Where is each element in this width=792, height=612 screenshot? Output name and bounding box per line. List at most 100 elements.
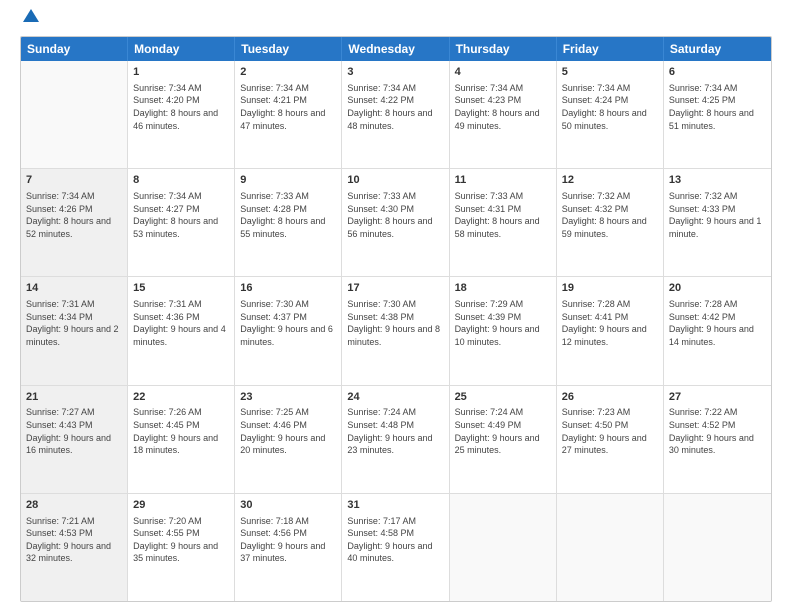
day-number: 6 — [669, 65, 766, 80]
day-number: 27 — [669, 390, 766, 405]
day-number: 3 — [347, 65, 443, 80]
day-number: 30 — [240, 498, 336, 513]
day-details: Sunrise: 7:34 AMSunset: 4:23 PMDaylight:… — [455, 82, 551, 132]
day-details: Sunrise: 7:33 AMSunset: 4:30 PMDaylight:… — [347, 190, 443, 240]
calendar-cell: 26Sunrise: 7:23 AMSunset: 4:50 PMDayligh… — [557, 386, 664, 493]
day-number: 1 — [133, 65, 229, 80]
day-details: Sunrise: 7:27 AMSunset: 4:43 PMDaylight:… — [26, 406, 122, 456]
header-day-friday: Friday — [557, 37, 664, 61]
day-number: 11 — [455, 173, 551, 188]
calendar-cell: 4 Sunrise: 7:34 AMSunset: 4:23 PMDaylight… — [450, 61, 557, 168]
header-day-sunday: Sunday — [21, 37, 128, 61]
day-number: 20 — [669, 281, 766, 296]
calendar-cell: 17 Sunrise: 7:30 AMSunset: 4:38 PMDayligh… — [342, 277, 449, 384]
calendar-cell: 11 Sunrise: 7:33 AMSunset: 4:31 PMDayligh… — [450, 169, 557, 276]
day-details: Sunrise: 7:17 AMSunset: 4:58 PMDaylight:… — [347, 515, 443, 565]
day-number: 17 — [347, 281, 443, 296]
calendar-cell — [21, 61, 128, 168]
calendar-cell: 22Sunrise: 7:26 AMSunset: 4:45 PMDayligh… — [128, 386, 235, 493]
calendar-cell: 21Sunrise: 7:27 AMSunset: 4:43 PMDayligh… — [21, 386, 128, 493]
header-day-monday: Monday — [128, 37, 235, 61]
calendar-cell: 24Sunrise: 7:24 AMSunset: 4:48 PMDayligh… — [342, 386, 449, 493]
week-row-2: 7Sunrise: 7:34 AMSunset: 4:26 PMDaylight… — [21, 169, 771, 277]
day-details: Sunrise: 7:20 AMSunset: 4:55 PMDaylight:… — [133, 515, 229, 565]
calendar-cell: 30 Sunrise: 7:18 AMSunset: 4:56 PMDayligh… — [235, 494, 342, 601]
calendar-cell: 13Sunrise: 7:32 AMSunset: 4:33 PMDayligh… — [664, 169, 771, 276]
week-row-4: 21Sunrise: 7:27 AMSunset: 4:43 PMDayligh… — [21, 386, 771, 494]
calendar-cell — [557, 494, 664, 601]
day-details: Sunrise: 7:31 AMSunset: 4:34 PMDaylight:… — [26, 298, 122, 348]
calendar-cell: 14 Sunrise: 7:31 AMSunset: 4:34 PMDayligh… — [21, 277, 128, 384]
week-row-3: 14 Sunrise: 7:31 AMSunset: 4:34 PMDayligh… — [21, 277, 771, 385]
calendar-cell: 19 Sunrise: 7:28 AMSunset: 4:41 PMDayligh… — [557, 277, 664, 384]
day-number: 24 — [347, 390, 443, 405]
day-number: 14 — [26, 281, 122, 296]
logo-icon — [22, 8, 40, 26]
day-number: 22 — [133, 390, 229, 405]
calendar-cell: 9Sunrise: 7:33 AMSunset: 4:28 PMDaylight… — [235, 169, 342, 276]
day-number: 23 — [240, 390, 336, 405]
day-details: Sunrise: 7:22 AMSunset: 4:52 PMDaylight:… — [669, 406, 766, 456]
day-details: Sunrise: 7:18 AMSunset: 4:56 PMDaylight:… — [240, 515, 336, 565]
day-details: Sunrise: 7:30 AMSunset: 4:37 PMDaylight:… — [240, 298, 336, 348]
calendar-cell: 27Sunrise: 7:22 AMSunset: 4:52 PMDayligh… — [664, 386, 771, 493]
day-details: Sunrise: 7:26 AMSunset: 4:45 PMDaylight:… — [133, 406, 229, 456]
day-details: Sunrise: 7:29 AMSunset: 4:39 PMDaylight:… — [455, 298, 551, 348]
calendar-cell: 12Sunrise: 7:32 AMSunset: 4:32 PMDayligh… — [557, 169, 664, 276]
day-number: 21 — [26, 390, 122, 405]
header-day-thursday: Thursday — [450, 37, 557, 61]
calendar-cell: 31 Sunrise: 7:17 AMSunset: 4:58 PMDayligh… — [342, 494, 449, 601]
day-details: Sunrise: 7:31 AMSunset: 4:36 PMDaylight:… — [133, 298, 229, 348]
day-number: 10 — [347, 173, 443, 188]
day-number: 16 — [240, 281, 336, 296]
calendar-cell: 29 Sunrise: 7:20 AMSunset: 4:55 PMDayligh… — [128, 494, 235, 601]
calendar-cell: 2 Sunrise: 7:34 AMSunset: 4:21 PMDaylight… — [235, 61, 342, 168]
day-details: Sunrise: 7:32 AMSunset: 4:33 PMDaylight:… — [669, 190, 766, 240]
calendar-body: 1 Sunrise: 7:34 AMSunset: 4:20 PMDaylight… — [21, 61, 771, 601]
day-details: Sunrise: 7:23 AMSunset: 4:50 PMDaylight:… — [562, 406, 658, 456]
day-number: 18 — [455, 281, 551, 296]
header — [20, 16, 772, 26]
calendar-cell: 18 Sunrise: 7:29 AMSunset: 4:39 PMDayligh… — [450, 277, 557, 384]
calendar-cell: 25Sunrise: 7:24 AMSunset: 4:49 PMDayligh… — [450, 386, 557, 493]
header-day-tuesday: Tuesday — [235, 37, 342, 61]
day-number: 25 — [455, 390, 551, 405]
day-number: 12 — [562, 173, 658, 188]
day-number: 5 — [562, 65, 658, 80]
day-details: Sunrise: 7:34 AMSunset: 4:22 PMDaylight:… — [347, 82, 443, 132]
page: SundayMondayTuesdayWednesdayThursdayFrid… — [0, 0, 792, 612]
calendar: SundayMondayTuesdayWednesdayThursdayFrid… — [20, 36, 772, 602]
day-number: 29 — [133, 498, 229, 513]
day-details: Sunrise: 7:33 AMSunset: 4:31 PMDaylight:… — [455, 190, 551, 240]
calendar-cell: 1 Sunrise: 7:34 AMSunset: 4:20 PMDaylight… — [128, 61, 235, 168]
day-details: Sunrise: 7:33 AMSunset: 4:28 PMDaylight:… — [240, 190, 336, 240]
calendar-header: SundayMondayTuesdayWednesdayThursdayFrid… — [21, 37, 771, 61]
calendar-cell — [450, 494, 557, 601]
calendar-cell: 15Sunrise: 7:31 AMSunset: 4:36 PMDayligh… — [128, 277, 235, 384]
day-number: 7 — [26, 173, 122, 188]
day-details: Sunrise: 7:28 AMSunset: 4:42 PMDaylight:… — [669, 298, 766, 348]
calendar-cell: 16 Sunrise: 7:30 AMSunset: 4:37 PMDayligh… — [235, 277, 342, 384]
day-number: 2 — [240, 65, 336, 80]
day-details: Sunrise: 7:34 AMSunset: 4:21 PMDaylight:… — [240, 82, 336, 132]
day-details: Sunrise: 7:30 AMSunset: 4:38 PMDaylight:… — [347, 298, 443, 348]
week-row-5: 28 Sunrise: 7:21 AMSunset: 4:53 PMDayligh… — [21, 494, 771, 601]
day-number: 4 — [455, 65, 551, 80]
week-row-1: 1 Sunrise: 7:34 AMSunset: 4:20 PMDaylight… — [21, 61, 771, 169]
logo — [20, 16, 40, 26]
day-details: Sunrise: 7:25 AMSunset: 4:46 PMDaylight:… — [240, 406, 336, 456]
day-number: 31 — [347, 498, 443, 513]
day-number: 26 — [562, 390, 658, 405]
day-details: Sunrise: 7:34 AMSunset: 4:27 PMDaylight:… — [133, 190, 229, 240]
calendar-cell: 6 Sunrise: 7:34 AMSunset: 4:25 PMDaylight… — [664, 61, 771, 168]
day-details: Sunrise: 7:28 AMSunset: 4:41 PMDaylight:… — [562, 298, 658, 348]
day-details: Sunrise: 7:34 AMSunset: 4:20 PMDaylight:… — [133, 82, 229, 132]
calendar-cell — [664, 494, 771, 601]
day-number: 19 — [562, 281, 658, 296]
day-number: 28 — [26, 498, 122, 513]
day-details: Sunrise: 7:34 AMSunset: 4:25 PMDaylight:… — [669, 82, 766, 132]
calendar-cell: 10 Sunrise: 7:33 AMSunset: 4:30 PMDayligh… — [342, 169, 449, 276]
day-details: Sunrise: 7:21 AMSunset: 4:53 PMDaylight:… — [26, 515, 122, 565]
day-details: Sunrise: 7:34 AMSunset: 4:24 PMDaylight:… — [562, 82, 658, 132]
calendar-cell: 8Sunrise: 7:34 AMSunset: 4:27 PMDaylight… — [128, 169, 235, 276]
